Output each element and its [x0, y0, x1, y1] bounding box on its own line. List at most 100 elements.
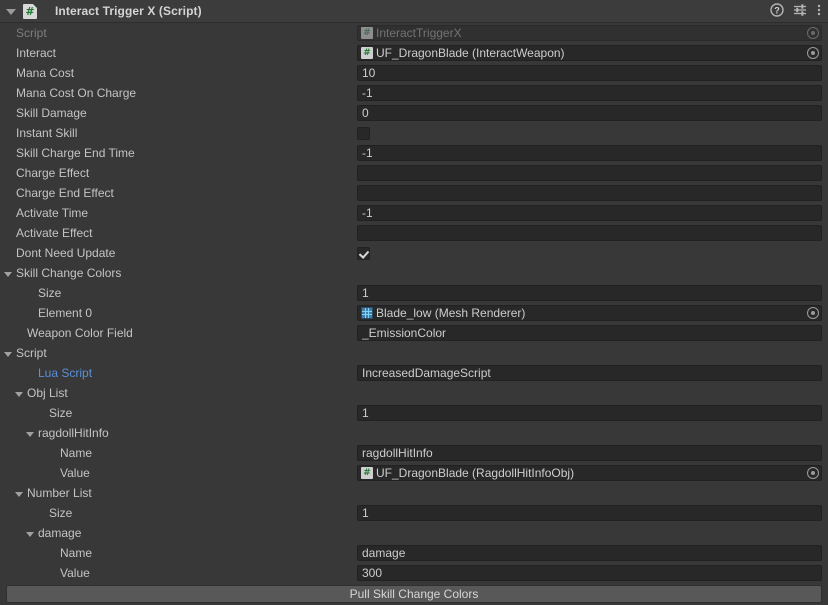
foldout-triangle-icon[interactable] [3, 268, 14, 279]
property-row: Interact # UF_DragonBlade (InteractWeapon) [0, 43, 828, 63]
property-field-cell: 1 [357, 503, 828, 523]
property-field-cell: -1 [357, 143, 828, 163]
text-field-lua-script[interactable]: IncreasedDamageScript [357, 365, 822, 381]
component-foldout-arrow[interactable] [4, 5, 17, 18]
script-asset-icon: # [361, 47, 373, 59]
property-label-script[interactable]: Script [0, 343, 357, 363]
property-row: Skill Change Colors [0, 263, 828, 283]
property-label-instant-skill: Instant Skill [0, 123, 357, 143]
text-field-mana-cost-on-charge[interactable]: -1 [357, 85, 822, 101]
object-field-script[interactable]: # InteractTriggerX [357, 25, 822, 41]
property-label-text: Size [38, 286, 62, 300]
field-value: UF_DragonBlade (InteractWeapon) [376, 46, 565, 60]
object-picker-icon[interactable] [807, 27, 819, 39]
checkbox-instant-skill[interactable] [357, 126, 370, 140]
pull-skill-change-colors-button[interactable]: Pull Skill Change Colors [6, 585, 822, 603]
property-field-cell [357, 523, 828, 543]
property-label-ragdollhitinfo[interactable]: ragdollHitInfo [0, 423, 357, 443]
property-label-activate-time: Activate Time [0, 203, 357, 223]
property-field-cell [357, 423, 828, 443]
property-label-text: Skill Damage [16, 106, 87, 120]
property-row: Size 1 [0, 503, 828, 523]
text-field-skill-damage[interactable]: 0 [357, 105, 822, 121]
foldout-triangle-icon[interactable] [14, 388, 25, 399]
property-label-mana-cost: Mana Cost [0, 63, 357, 83]
script-asset-icon: # [361, 467, 373, 479]
property-label-skill-charge-end-time: Skill Charge End Time [0, 143, 357, 163]
property-field-cell: 1 [357, 283, 828, 303]
property-field-cell [357, 483, 828, 503]
help-icon[interactable]: ? [770, 2, 784, 20]
property-row: ragdollHitInfo [0, 423, 828, 443]
property-label-number-list[interactable]: Number List [0, 483, 357, 503]
foldout-triangle-icon[interactable] [3, 348, 14, 359]
header-tools: ? [770, 2, 822, 20]
text-field-name[interactable]: damage [357, 545, 822, 561]
property-row: Lua Script IncreasedDamageScript [0, 363, 828, 383]
property-label-value: Value [0, 563, 357, 583]
inspector-property-list: Script # InteractTriggerX Interact # UF_Drago… [0, 23, 828, 583]
text-field-size[interactable]: 1 [357, 405, 822, 421]
property-label-text: Activate Effect [16, 226, 93, 240]
text-field-activate-time[interactable]: -1 [357, 205, 822, 221]
text-field-skill-charge-end-time[interactable]: -1 [357, 145, 822, 161]
property-row: Skill Charge End Time -1 [0, 143, 828, 163]
text-field-charge-effect[interactable] [357, 165, 822, 181]
field-value: 10 [362, 66, 376, 80]
property-label-text: Obj List [27, 386, 68, 400]
field-value: Blade_low (Mesh Renderer) [376, 306, 526, 320]
property-row: Charge End Effect [0, 183, 828, 203]
field-value: IncreasedDamageScript [362, 366, 491, 380]
object-picker-icon[interactable] [807, 467, 819, 479]
text-field-name[interactable]: ragdollHitInfo [357, 445, 822, 461]
object-field-element-0[interactable]: Blade_low (Mesh Renderer) [357, 305, 822, 321]
property-label-lua-script: Lua Script [0, 363, 357, 383]
text-field-activate-effect[interactable] [357, 225, 822, 241]
property-label-script: Script [0, 23, 357, 43]
property-label-text: Number List [27, 486, 92, 500]
property-label-text: Element 0 [38, 306, 93, 320]
property-label-size: Size [0, 503, 357, 523]
property-row: Instant Skill [0, 123, 828, 143]
property-row: Weapon Color Field _EmissionColor [0, 323, 828, 343]
component-title: Interact Trigger X (Script) [55, 4, 202, 18]
property-row: Script # InteractTriggerX [0, 23, 828, 43]
component-header[interactable]: # Interact Trigger X (Script) ? [0, 0, 828, 23]
property-label-text: Script [16, 26, 47, 40]
property-label-damage[interactable]: damage [0, 523, 357, 543]
text-field-charge-end-effect[interactable] [357, 185, 822, 201]
object-picker-icon[interactable] [807, 47, 819, 59]
property-label-interact: Interact [0, 43, 357, 63]
preset-icon[interactable] [793, 3, 807, 20]
object-field-interact[interactable]: # UF_DragonBlade (InteractWeapon) [357, 45, 822, 61]
property-label-text: Name [60, 446, 93, 460]
property-label-text: Size [49, 506, 73, 520]
property-row: Number List [0, 483, 828, 503]
property-field-cell: # InteractTriggerX [357, 23, 828, 43]
property-row: Skill Damage 0 [0, 103, 828, 123]
foldout-triangle-icon[interactable] [14, 488, 25, 499]
text-field-size[interactable]: 1 [357, 285, 822, 301]
foldout-triangle-icon[interactable] [25, 528, 36, 539]
text-field-size[interactable]: 1 [357, 505, 822, 521]
property-label-text: Skill Charge End Time [16, 146, 135, 160]
object-field-value[interactable]: # UF_DragonBlade (RagdollHitInfoObj) [357, 465, 822, 481]
checkbox-dont-need-update[interactable] [357, 246, 370, 260]
property-row: Name ragdollHitInfo [0, 443, 828, 463]
text-field-weapon-color-field[interactable]: _EmissionColor [357, 325, 822, 341]
text-field-value[interactable]: 300 [357, 565, 822, 581]
property-label-obj-list[interactable]: Obj List [0, 383, 357, 403]
property-row: Size 1 [0, 403, 828, 423]
more-menu-icon[interactable] [816, 3, 822, 20]
property-label-text: Dont Need Update [16, 246, 116, 260]
foldout-triangle-icon[interactable] [25, 428, 36, 439]
property-label-skill-change-colors[interactable]: Skill Change Colors [0, 263, 357, 283]
object-picker-icon[interactable] [807, 307, 819, 319]
property-row: Mana Cost On Charge -1 [0, 83, 828, 103]
script-asset-icon: # [361, 27, 373, 39]
property-row: Activate Effect [0, 223, 828, 243]
text-field-mana-cost[interactable]: 10 [357, 65, 822, 81]
field-value: damage [362, 546, 406, 560]
property-field-cell: # UF_DragonBlade (RagdollHitInfoObj) [357, 463, 828, 483]
property-field-cell [357, 223, 828, 243]
